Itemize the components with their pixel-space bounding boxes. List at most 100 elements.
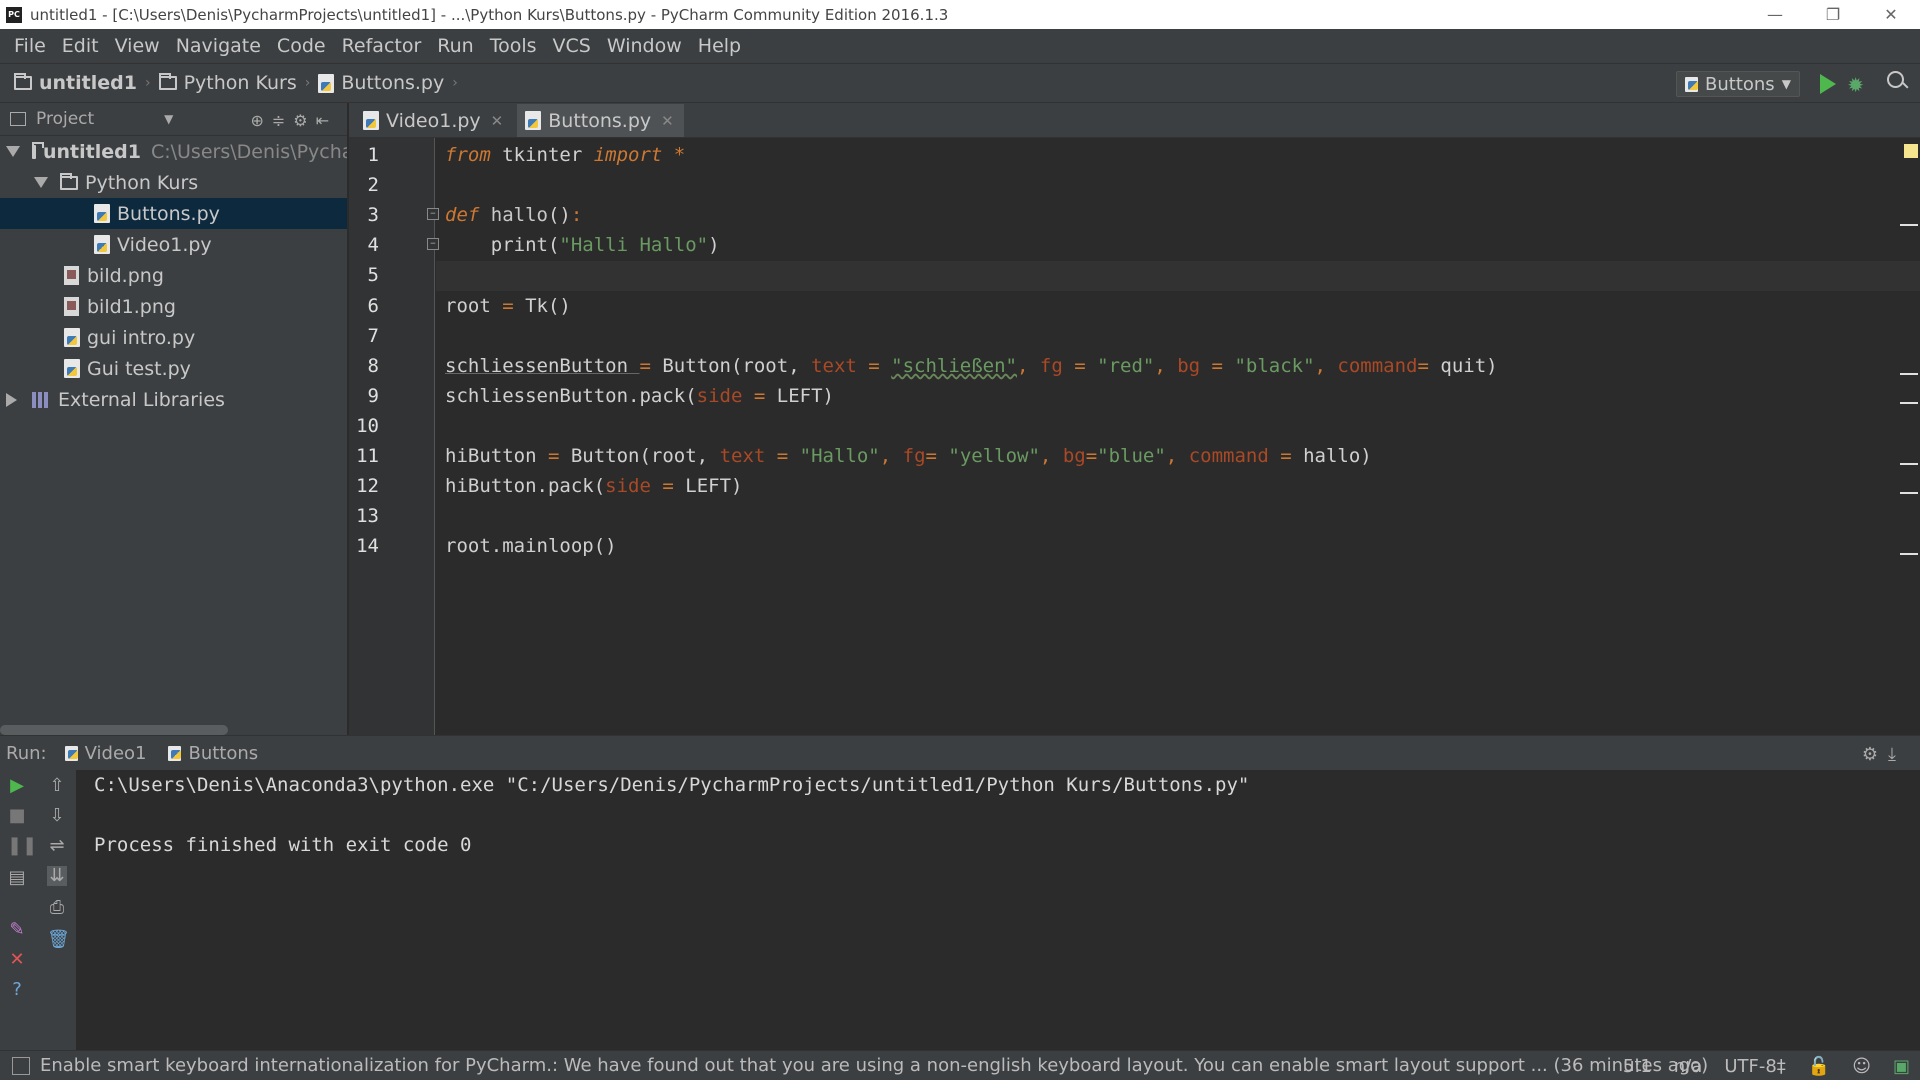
menu-navigate[interactable]: Navigate [168,35,269,57]
clear-trash-icon[interactable]: 🗑 [47,930,70,950]
status-bar: Enable smart keyboard internationalizati… [0,1050,1920,1080]
menu-code[interactable]: Code [269,35,334,57]
chevron-down-icon[interactable]: ▼ [164,112,173,126]
stripe-mark[interactable] [1900,463,1918,465]
stripe-mark[interactable] [1900,373,1918,375]
warning-indicator-icon[interactable] [1904,144,1918,158]
run-icon[interactable] [1820,74,1836,94]
code-text: root [445,295,503,317]
tree-item-label: External Libraries [58,388,225,411]
tree-item-video1-py[interactable]: Video1.py [0,229,347,260]
gear-icon[interactable]: ⚙ [293,111,315,130]
menu-run[interactable]: Run [429,35,481,57]
tab-video1-py[interactable]: Video1.py ✕ [355,104,513,137]
search-icon[interactable] [1886,70,1910,94]
menu-tools[interactable]: Tools [482,35,545,57]
expand-arrow-icon[interactable] [34,177,48,188]
breadcrumb-project[interactable]: untitled1 › [14,72,151,94]
fold-end-marker-icon[interactable]: − [427,238,439,250]
file-encoding[interactable]: UTF-8‡ [1724,1056,1785,1077]
hector-icon[interactable]: ☺ [1852,1056,1871,1077]
stripe-mark[interactable] [1900,402,1918,404]
close-window-button[interactable]: ✕ [1862,0,1920,29]
help-icon[interactable]: ? [7,980,27,1000]
code-text: schliessenButton [445,355,640,377]
maximize-button[interactable]: ❐ [1804,0,1862,29]
scroll-from-source-icon[interactable]: ⊕ [250,111,271,130]
horizontal-scrollbar[interactable] [0,725,228,735]
tab-buttons-py[interactable]: Buttons.py ✕ [517,104,684,137]
menu-help[interactable]: Help [690,35,749,57]
code-editor[interactable]: 1 2 3 4 5 6 7 8 9 10 11 12 13 14 − − fro… [349,138,1920,735]
status-message[interactable]: Enable smart keyboard internationalizati… [40,1055,1708,1076]
scroll-to-end-icon[interactable]: ⇊ [47,866,67,886]
close-tab-icon[interactable]: ✕ [661,112,674,130]
stripe-mark[interactable] [1900,492,1918,494]
menu-refactor[interactable]: Refactor [334,35,430,57]
hide-panel-icon[interactable]: ⤓ [1888,744,1906,765]
line-number: 11 [356,445,379,467]
cursor-position[interactable]: 5:1 [1623,1056,1652,1077]
restore-layout-icon[interactable]: ▤ [7,868,27,888]
fold-marker-icon[interactable]: − [427,208,439,220]
string-literal: "Hallo" [799,445,880,467]
chevron-down-icon: ▼ [1781,77,1791,91]
error-stripe[interactable] [1896,138,1920,735]
tree-item-bild-png[interactable]: bild.png [0,260,347,291]
line-separator[interactable]: n/a [1674,1056,1703,1077]
tree-item-buttons-py[interactable]: Buttons.py [0,198,347,229]
tree-item-python-kurs[interactable]: Python Kurs [0,167,347,198]
run-tab-video1[interactable]: Video1 [64,743,146,764]
run-tab-buttons[interactable]: Buttons [168,743,258,764]
code-text: print( [445,234,560,256]
tree-item-untitled1[interactable]: untitled1 C:\Users\Denis\PycharmProjects… [0,136,347,167]
soft-wrap-icon[interactable]: ⇌ [47,836,67,856]
gear-icon[interactable]: ⚙ [1862,744,1888,765]
menu-view[interactable]: View [107,35,168,57]
keyword-argument: fg [1039,355,1063,377]
collapse-all-icon[interactable]: ≑ [272,111,293,130]
breadcrumb-separator-icon: › [452,75,458,91]
code-text: ) [708,234,720,256]
event-log-icon[interactable]: ▣ [1893,1056,1910,1077]
stripe-mark[interactable] [1900,224,1918,226]
keyword-argument: text [719,445,766,467]
arrow-down-icon[interactable]: ⇩ [47,806,67,826]
line-number: 6 [367,295,379,317]
pin-icon[interactable]: ✎ [7,920,27,940]
lock-icon[interactable]: 🔓 [1808,1056,1830,1077]
run-console[interactable]: C:\Users\Denis\Anaconda3\python.exe "C:/… [76,770,1920,1050]
menu-file[interactable]: File [6,35,54,57]
close-run-icon[interactable]: ✕ [7,950,27,970]
stop-icon[interactable]: ■ [7,806,27,826]
tree-item-bild1-png[interactable]: bild1.png [0,291,347,322]
breadcrumb-folder[interactable]: Python Kurs › [158,72,310,94]
tree-item-external-libraries[interactable]: External Libraries [0,384,347,415]
project-panel-tools: ⊕≑⚙⇤ [250,111,337,130]
image-file-icon [64,266,79,285]
line-number: 9 [367,385,379,407]
expand-arrow-icon[interactable] [6,146,20,157]
minimize-button[interactable]: — [1746,0,1804,29]
code-text: root.mainloop() [445,535,617,557]
project-panel-header: Project ▼ ⊕≑⚙⇤ [0,103,347,136]
close-tab-icon[interactable]: ✕ [491,112,504,130]
tree-item-gui-intro-py[interactable]: gui intro.py [0,322,347,353]
menu-window[interactable]: Window [599,35,690,57]
stripe-mark[interactable] [1900,553,1918,555]
menu-edit[interactable]: Edit [54,35,107,57]
print-icon[interactable]: ⎙ [47,898,67,918]
menu-vcs[interactable]: VCS [545,35,599,57]
project-view-selector[interactable]: Project [36,109,94,129]
hide-panel-icon[interactable]: ⇤ [316,111,337,130]
tool-windows-toggle-icon[interactable] [12,1056,30,1075]
collapse-arrow-icon[interactable] [6,392,17,407]
run-configuration-dropdown[interactable]: Buttons ▼ [1676,71,1800,97]
breadcrumb-file[interactable]: Buttons.py › [318,72,458,94]
debug-icon[interactable]: ✹ [1847,73,1864,97]
rerun-icon[interactable]: ▶ [7,776,27,796]
tree-item-label: Buttons.py [117,202,220,225]
pause-icon[interactable]: ❚❚ [7,836,37,856]
arrow-up-icon[interactable]: ⇧ [47,776,67,796]
tree-item-gui-test-py[interactable]: Gui test.py [0,353,347,384]
